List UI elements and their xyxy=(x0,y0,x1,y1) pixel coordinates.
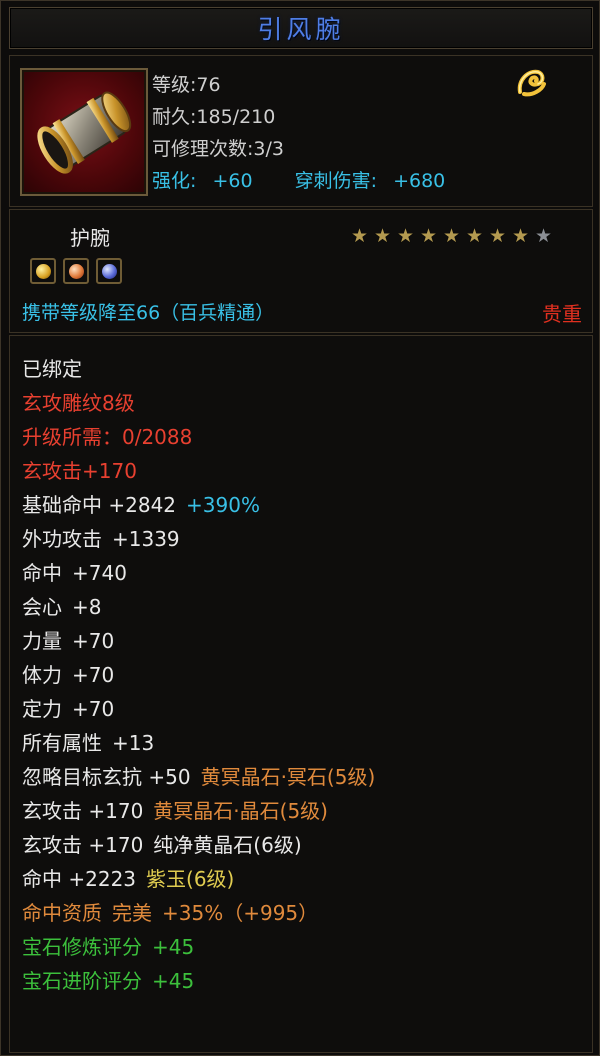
property-text: 会心 xyxy=(22,595,62,619)
item-name: 引风腕 xyxy=(257,15,345,44)
property-text: 完美 xyxy=(112,901,152,925)
property-row: 宝石修炼评分 +45 xyxy=(22,930,375,964)
property-text: +35%（+995） xyxy=(162,901,319,925)
properties-panel: 已绑定玄攻雕纹8级升级所需：0/2088 玄攻击+170 基础命中 +2842 +39… xyxy=(9,335,593,1053)
property-text: 玄攻击 +170 xyxy=(22,833,144,857)
property-row: 宝石进阶评分 +45 xyxy=(22,964,375,998)
property-text: +390% xyxy=(186,493,260,517)
title-bar: 引风腕 xyxy=(9,7,593,49)
property-text: 玄攻击 +170 xyxy=(22,799,144,823)
level-requirement: 携带等级降至66（百兵精通） xyxy=(22,302,275,324)
property-text: 外功攻击 xyxy=(22,527,102,551)
enhance-value: +60 xyxy=(212,170,253,192)
property-row: 玄攻击 +170 黄冥晶石·晶石(5级) xyxy=(22,794,375,828)
property-row: 命中资质 完美 +35%（+995） xyxy=(22,896,375,930)
property-text: 紫玉(6级) xyxy=(146,867,235,891)
property-text: 宝石进阶评分 xyxy=(22,969,142,993)
item-info-panel: 护腕 ★ ★ ★ ★ ★ ★ ★ ★ ★ 携带等级降至66（百兵精通） 贵重 xyxy=(9,209,593,333)
property-row: 外功攻击 +1339 xyxy=(22,522,375,556)
property-list: 已绑定玄攻雕纹8级升级所需：0/2088 玄攻击+170 基础命中 +2842 +39… xyxy=(22,352,375,998)
property-text: 已绑定 xyxy=(22,357,82,381)
gold-gem-icon xyxy=(35,263,51,279)
property-row: 玄攻雕纹8级 xyxy=(22,386,375,420)
property-row: 命中 +2223 紫玉(6级) xyxy=(22,862,375,896)
property-text: 力量 xyxy=(22,629,62,653)
property-text: 命中 +2223 xyxy=(22,867,137,891)
property-text: +70 xyxy=(72,697,115,721)
property-text: 玄攻雕纹8级 xyxy=(22,391,135,415)
property-row: 基础命中 +2842 +390% xyxy=(22,488,375,522)
property-row: 定力 +70 xyxy=(22,692,375,726)
gem-sockets xyxy=(30,258,122,284)
bracer-icon xyxy=(20,68,148,196)
property-row: 会心 +8 xyxy=(22,590,375,624)
property-text: +45 xyxy=(152,969,195,993)
property-row: 忽略目标玄抗 +50 黄冥晶石·冥石(5级) xyxy=(22,760,375,794)
property-text: 纯净黄晶石(6级) xyxy=(153,833,302,857)
property-text: 升级所需：0/2088 xyxy=(22,425,193,449)
enhance-label: 强化: xyxy=(152,170,197,192)
star-filled-icon: ★ xyxy=(350,225,369,247)
pierce-value: +680 xyxy=(393,170,446,192)
property-text: +45 xyxy=(152,935,195,959)
property-row: 玄攻击 +170 纯净黄晶石(6级) xyxy=(22,828,375,862)
property-text: +13 xyxy=(112,731,155,755)
blue-gem-icon xyxy=(101,263,117,279)
property-text: 玄攻击+170 xyxy=(22,459,137,483)
property-text: 基础命中 +2842 xyxy=(22,493,177,517)
property-text: 黄冥晶石·晶石(5级) xyxy=(153,799,328,823)
property-text: 命中资质 xyxy=(22,901,102,925)
item-repairs: 可修理次数:3/3 xyxy=(152,138,284,160)
enhance-line: 强化: +60 穿刺伤害: +680 xyxy=(152,166,445,193)
star-filled-icon: ★ xyxy=(419,225,438,247)
property-text: 忽略目标玄抗 +50 xyxy=(22,765,191,789)
socket-orange xyxy=(63,258,89,284)
property-row: 力量 +70 xyxy=(22,624,375,658)
property-text: +70 xyxy=(72,663,115,687)
item-header-panel: 等级:76 耐久:185/210 可修理次数:3/3 强化: +60 穿刺伤害:… xyxy=(9,55,593,207)
star-filled-icon: ★ xyxy=(396,225,415,247)
property-text: 体力 xyxy=(22,663,62,687)
property-row: 体力 +70 xyxy=(22,658,375,692)
socket-gold xyxy=(30,258,56,284)
property-text: 宝石修炼评分 xyxy=(22,935,142,959)
star-filled-icon: ★ xyxy=(488,225,507,247)
property-text: +70 xyxy=(72,629,115,653)
star-rating: ★ ★ ★ ★ ★ ★ ★ ★ ★ xyxy=(348,226,555,246)
socket-blue xyxy=(96,258,122,284)
property-text: +8 xyxy=(72,595,102,619)
pierce-label: 穿刺伤害: xyxy=(294,170,378,192)
rune-icon xyxy=(514,66,548,100)
item-tooltip: 引风腕 等级:76 耐久:185/210 可修理次数:3/3 强化: +60 穿… xyxy=(0,0,600,1056)
star-filled-icon: ★ xyxy=(511,225,530,247)
item-type: 护腕 xyxy=(70,226,110,250)
star-filled-icon: ★ xyxy=(442,225,461,247)
star-filled-icon: ★ xyxy=(373,225,392,247)
property-text: +1339 xyxy=(112,527,180,551)
property-row: 玄攻击+170 xyxy=(22,454,375,488)
star-filled-icon: ★ xyxy=(465,225,484,247)
item-durability: 耐久:185/210 xyxy=(152,106,276,128)
property-row: 升级所需：0/2088 xyxy=(22,420,375,454)
property-text: 黄冥晶石·冥石(5级) xyxy=(200,765,376,789)
rarity-label: 贵重 xyxy=(542,302,582,326)
property-text: +740 xyxy=(72,561,127,585)
property-row: 所有属性 +13 xyxy=(22,726,375,760)
property-text: 命中 xyxy=(22,561,62,585)
property-row: 已绑定 xyxy=(22,352,375,386)
property-text: 所有属性 xyxy=(22,731,102,755)
property-text: 定力 xyxy=(22,697,62,721)
star-empty-icon: ★ xyxy=(534,225,553,247)
orange-gem-icon xyxy=(68,263,84,279)
item-level: 等级:76 xyxy=(152,74,221,96)
property-row: 命中 +740 xyxy=(22,556,375,590)
